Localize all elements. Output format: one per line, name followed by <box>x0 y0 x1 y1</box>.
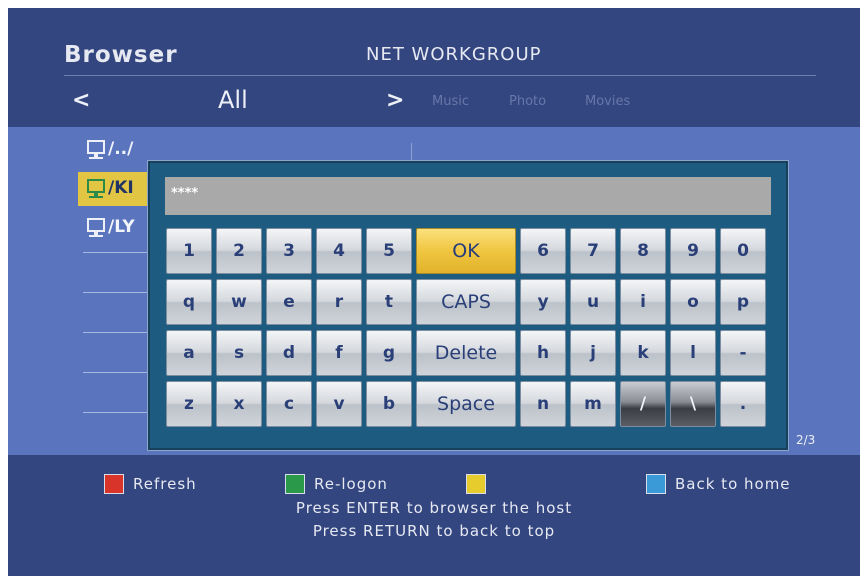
blue-button-icon <box>646 474 666 494</box>
red-button-icon <box>104 474 124 494</box>
list-item-label: /LY <box>108 217 135 237</box>
list-item-label: /KI <box>108 178 134 198</box>
row-separator <box>83 372 153 373</box>
key-t[interactable]: t <box>366 279 412 325</box>
key-9[interactable]: 9 <box>670 228 716 274</box>
row-separator <box>83 292 153 293</box>
key-3[interactable]: 3 <box>266 228 312 274</box>
filter-music[interactable]: Music <box>432 94 469 109</box>
legend-relogon: Re-logon <box>314 475 388 493</box>
key-u[interactable]: u <box>570 279 616 325</box>
page-title: NET WORKGROUP <box>366 44 542 65</box>
key-backslash[interactable]: \ <box>670 381 716 427</box>
space-key[interactable]: Space <box>416 381 516 427</box>
caps-key[interactable]: CAPS <box>416 279 516 325</box>
key-r[interactable]: r <box>316 279 362 325</box>
key-p[interactable]: p <box>720 279 766 325</box>
current-filter[interactable]: All <box>218 86 248 114</box>
on-screen-keyboard: **** 1 2 3 4 5 OK 6 7 8 9 0 q w e r t CA… <box>148 161 788 450</box>
key-x[interactable]: x <box>216 381 262 427</box>
hint-enter: Press ENTER to browser the host <box>295 499 573 517</box>
key-4[interactable]: 4 <box>316 228 362 274</box>
row-separator <box>83 412 153 413</box>
network-computer-icon <box>87 179 105 198</box>
key-0[interactable]: 0 <box>720 228 766 274</box>
hint-return: Press RETURN to back to top <box>312 522 556 540</box>
list-item-label: /../ <box>108 139 134 159</box>
key-dash[interactable]: - <box>720 330 766 376</box>
key-w[interactable]: w <box>216 279 262 325</box>
key-7[interactable]: 7 <box>570 228 616 274</box>
key-f[interactable]: f <box>316 330 362 376</box>
legend-back-home: Back to home <box>675 475 791 493</box>
prev-filter-arrow[interactable]: < <box>72 88 90 113</box>
key-1[interactable]: 1 <box>166 228 212 274</box>
key-d[interactable]: d <box>266 330 312 376</box>
key-g[interactable]: g <box>366 330 412 376</box>
yellow-button-icon <box>466 474 486 494</box>
key-k[interactable]: k <box>620 330 666 376</box>
key-8[interactable]: 8 <box>620 228 666 274</box>
key-n[interactable]: n <box>520 381 566 427</box>
key-z[interactable]: z <box>166 381 212 427</box>
filter-photo[interactable]: Photo <box>509 94 546 109</box>
key-j[interactable]: j <box>570 330 616 376</box>
key-s[interactable]: s <box>216 330 262 376</box>
key-l[interactable]: l <box>670 330 716 376</box>
green-button-icon <box>285 474 305 494</box>
app-title: Browser <box>64 42 178 68</box>
key-5[interactable]: 5 <box>366 228 412 274</box>
page-indicator: 2/3 <box>796 433 816 447</box>
screen-edge-glare <box>0 385 8 435</box>
key-a[interactable]: a <box>166 330 212 376</box>
key-e[interactable]: e <box>266 279 312 325</box>
row-separator <box>83 252 153 253</box>
key-period[interactable]: . <box>720 381 766 427</box>
network-computer-icon <box>87 218 105 237</box>
key-slash[interactable]: / <box>620 381 666 427</box>
ok-key[interactable]: OK <box>416 228 516 274</box>
key-o[interactable]: o <box>670 279 716 325</box>
key-i[interactable]: i <box>620 279 666 325</box>
key-m[interactable]: m <box>570 381 616 427</box>
key-b[interactable]: b <box>366 381 412 427</box>
key-y[interactable]: y <box>520 279 566 325</box>
key-c[interactable]: c <box>266 381 312 427</box>
tv-screen: Browser NET WORKGROUP < All > Music Phot… <box>8 8 860 576</box>
filter-movies[interactable]: Movies <box>585 94 630 109</box>
key-h[interactable]: h <box>520 330 566 376</box>
network-computer-icon <box>87 140 105 159</box>
delete-key[interactable]: Delete <box>416 330 516 376</box>
header-divider <box>64 75 816 76</box>
next-filter-arrow[interactable]: > <box>386 88 404 113</box>
key-2[interactable]: 2 <box>216 228 262 274</box>
key-6[interactable]: 6 <box>520 228 566 274</box>
legend-refresh: Refresh <box>133 475 197 493</box>
key-v[interactable]: v <box>316 381 362 427</box>
key-q[interactable]: q <box>166 279 212 325</box>
password-field[interactable]: **** <box>165 177 771 215</box>
row-separator <box>83 332 153 333</box>
